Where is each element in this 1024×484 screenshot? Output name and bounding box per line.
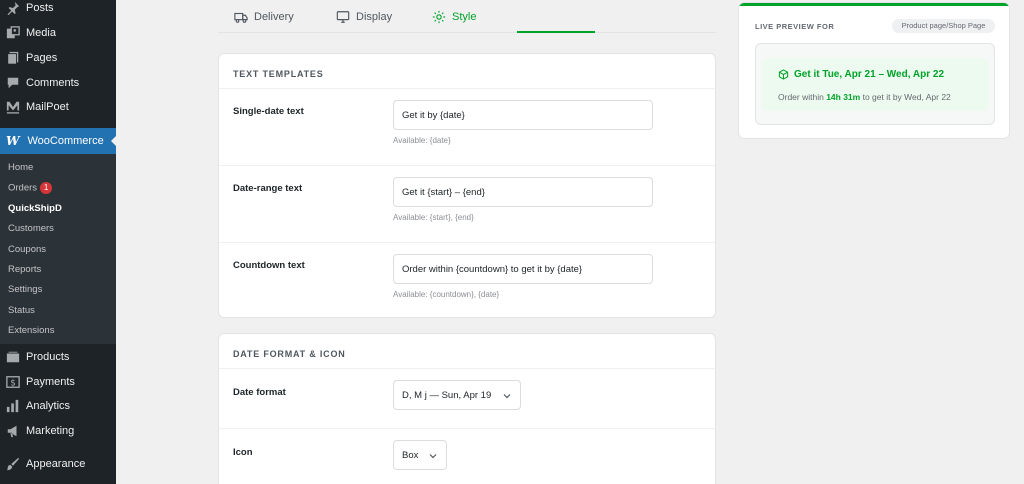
icon-select[interactable]: Box: [393, 440, 447, 470]
preview-accent-bar: [739, 3, 1009, 6]
submenu-coupons[interactable]: Coupons: [8, 244, 46, 255]
submenu-orders[interactable]: Orders 1: [8, 182, 53, 194]
submenu-extensions[interactable]: Extensions: [8, 325, 54, 336]
preview-title: LIVE PREVIEW FOR: [755, 22, 835, 31]
pin-icon: [6, 1, 20, 15]
menu-item-posts[interactable]: Posts: [0, 0, 116, 20]
preview-context-pill[interactable]: Product page/Shop Page: [892, 19, 995, 33]
live-preview-card: LIVE PREVIEW FOR Product page/Shop Page …: [738, 2, 1010, 139]
menu-item-products[interactable]: Products: [0, 345, 116, 369]
comments-icon: [6, 76, 20, 90]
brush-icon: [6, 457, 20, 471]
truck-icon: [234, 12, 248, 23]
select-value: Box: [402, 449, 419, 461]
menu-label: Media: [26, 27, 56, 39]
submenu-reports[interactable]: Reports: [8, 264, 41, 275]
sparkle-icon: [432, 10, 446, 23]
chevron-down-icon: [503, 394, 511, 399]
box-icon: [778, 69, 789, 80]
submenu-home[interactable]: Home: [8, 162, 33, 173]
submenu-status[interactable]: Status: [8, 305, 35, 316]
menu-label: Comments: [26, 77, 80, 89]
menu-item-woocommerce[interactable]: W WooCommerce: [0, 128, 116, 154]
countdown-input[interactable]: Order within {countdown} to get it by {d…: [393, 254, 653, 284]
menu-item-marketing[interactable]: Marketing: [0, 419, 116, 443]
single-date-input[interactable]: Get it by {date}: [393, 100, 653, 130]
divider: [219, 368, 715, 369]
products-icon: [6, 350, 20, 364]
menu-label: Payments: [26, 376, 75, 388]
main-content: Delivery Display Style TEXT TEMPLATES Si…: [116, 0, 1024, 484]
divider: [219, 88, 715, 89]
tab-style[interactable]: Style: [432, 0, 476, 33]
preview-subtext: Order within 14h 31m to get it by Wed, A…: [778, 92, 951, 102]
date-format-label: Date format: [233, 387, 286, 398]
date-format-icon-card: DATE FORMAT & ICON Date format D, M j — …: [218, 333, 716, 484]
tab-label: Delivery: [254, 10, 294, 23]
submenu-settings[interactable]: Settings: [8, 284, 42, 295]
submenu-label: Orders: [8, 182, 38, 194]
pages-icon: [6, 51, 20, 65]
divider: [219, 428, 715, 429]
mailpoet-icon: [6, 100, 20, 114]
tab-label: Display: [356, 10, 393, 23]
menu-item-pages[interactable]: Pages: [0, 46, 116, 70]
date-range-hint: Available: {start}, {end}: [393, 213, 474, 222]
icon-label: Icon: [233, 447, 253, 458]
menu-label: Products: [26, 351, 70, 363]
countdown-hint: Available: {countdown}, {date}: [393, 290, 500, 299]
orders-count-badge: 1: [40, 182, 53, 194]
divider: [219, 165, 715, 166]
tab-delivery[interactable]: Delivery: [234, 0, 294, 33]
chevron-down-icon: [429, 454, 437, 459]
woocommerce-logo-icon: W: [6, 134, 20, 148]
preview-countdown: 14h 31m: [826, 92, 861, 102]
menu-label: Pages: [26, 52, 58, 64]
preview-headline-text: Get it Tue, Apr 21 – Wed, Apr 22: [794, 69, 945, 80]
submenu-quickshipd[interactable]: QuickShipD: [8, 203, 62, 214]
menu-item-analytics[interactable]: Analytics: [0, 394, 116, 418]
preview-sub-prefix: Order within: [778, 92, 827, 102]
menu-label: Analytics: [26, 400, 71, 412]
date-format-select[interactable]: D, M j — Sun, Apr 19: [393, 380, 521, 410]
select-value: D, M j — Sun, Apr 19: [402, 389, 492, 401]
svg-text:$: $: [10, 379, 16, 389]
menu-item-appearance[interactable]: Appearance: [0, 452, 116, 476]
media-icon: [6, 26, 20, 40]
single-date-hint: Available: {date}: [393, 136, 451, 145]
menu-label: Marketing: [26, 425, 75, 437]
settings-tabs: Delivery Display Style: [218, 0, 716, 33]
menu-item-mailpoet[interactable]: MailPoet: [0, 95, 116, 119]
analytics-icon: [6, 399, 20, 413]
active-tab-indicator: [517, 31, 595, 33]
tab-label: Style: [452, 10, 477, 23]
submenu-customers[interactable]: Customers: [8, 223, 54, 234]
divider: [219, 242, 715, 243]
menu-label: Appearance: [26, 458, 86, 470]
preview-delivery-message: Get it Tue, Apr 21 – Wed, Apr 22 Order w…: [762, 59, 988, 111]
admin-sidebar: Posts Media Pages Comments MailPoet W Wo…: [0, 0, 116, 484]
preview-headline: Get it Tue, Apr 21 – Wed, Apr 22: [778, 69, 944, 80]
woocommerce-submenu: Home Orders 1 QuickShipD Customers Coupon…: [0, 154, 116, 344]
monitor-icon: [336, 10, 350, 23]
payments-icon: $: [6, 375, 20, 389]
card-title: TEXT TEMPLATES: [233, 69, 324, 79]
menu-item-media[interactable]: Media: [0, 21, 116, 45]
countdown-label: Countdown text: [233, 260, 305, 271]
single-date-label: Single-date text: [233, 106, 304, 117]
menu-item-payments[interactable]: $ Payments: [0, 370, 116, 394]
menu-item-comments[interactable]: Comments: [0, 71, 116, 95]
preview-frame: Get it Tue, Apr 21 – Wed, Apr 22 Order w…: [755, 43, 995, 125]
megaphone-icon: [6, 424, 20, 438]
tab-display[interactable]: Display: [336, 0, 392, 33]
menu-label: Posts: [26, 2, 54, 14]
date-range-label: Date-range text: [233, 183, 303, 194]
menu-label: MailPoet: [26, 101, 69, 113]
text-templates-card: TEXT TEMPLATES Single-date text Get it b…: [218, 53, 716, 318]
menu-label: WooCommerce: [27, 135, 104, 147]
preview-sub-suffix: to get it by Wed, Apr 22: [860, 92, 951, 102]
date-range-input[interactable]: Get it {start} – {end}: [393, 177, 653, 207]
card-title: DATE FORMAT & ICON: [233, 349, 346, 359]
